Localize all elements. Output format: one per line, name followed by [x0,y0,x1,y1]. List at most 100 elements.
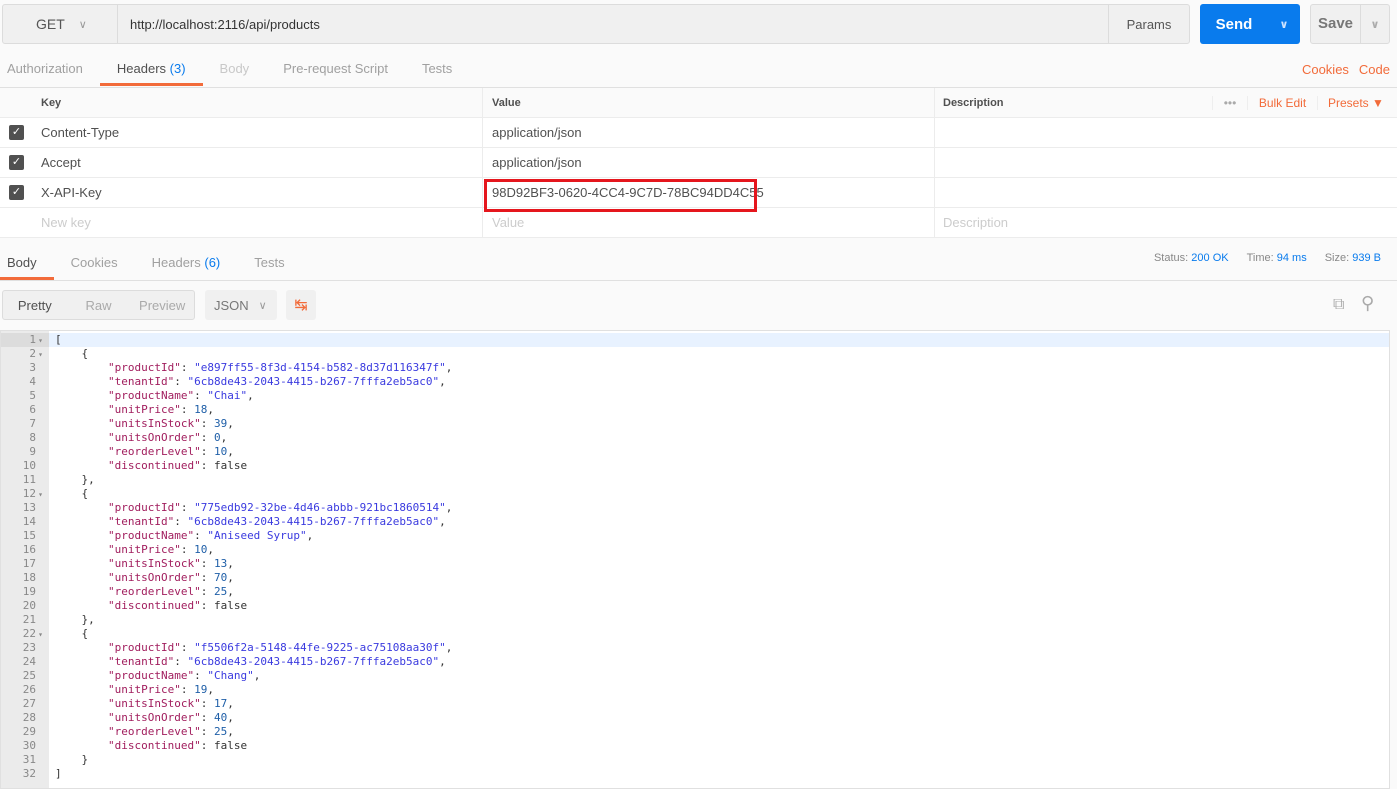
code-text: }, [81,613,95,626]
fold-arrow-icon[interactable]: ▾ [36,488,45,502]
cookies-link[interactable]: Cookies [1302,62,1349,77]
code-link[interactable]: Code [1359,62,1390,77]
tab-authorization[interactable]: Authorization [0,54,100,84]
presets-button[interactable]: Presets ▼ [1318,96,1384,110]
tab-tests[interactable]: Tests [405,54,469,84]
header-description[interactable] [935,178,1212,207]
code-line: 2 ▾ { [1,347,1389,361]
format-select[interactable]: JSON ∨ [205,290,277,320]
send-button[interactable]: Send ∨ [1200,4,1300,44]
code-text: "unitsOnOrder": 70, [107,571,234,584]
line-number: 22 ▾ [1,627,49,641]
line-number: 24 [22,655,36,668]
line-number: 8 [29,431,36,444]
code-line: 6 "unitPrice": 18, [1,403,1389,417]
save-options-chevron-icon[interactable]: ∨ [1361,18,1389,31]
header-description[interactable] [935,118,1212,147]
tab-response-tests[interactable]: Tests [237,248,301,278]
line-number: 19 [22,585,36,598]
code-text: "discontinued": false [107,739,248,752]
code-line: 27 "unitsInStock": 17, [1,697,1389,711]
header-key[interactable]: Accept [33,148,483,177]
code-line: 7 "unitsInStock": 39, [1,417,1389,431]
method-select[interactable]: GET ∨ [2,4,118,44]
code-text: "discontinued": false [107,599,248,612]
fold-arrow-icon[interactable]: ▾ [36,334,45,348]
save-label: Save [1311,4,1361,44]
line-number: 18 [22,571,36,584]
line-number: 4 [29,375,36,388]
view-pretty[interactable]: Pretty [3,298,67,313]
code-text: { [81,487,89,500]
tab-headers[interactable]: Headers (3) [99,54,203,86]
fold-arrow-icon[interactable]: ▾ [36,628,45,642]
response-body-editor[interactable]: 1 ▾ [2 ▾ {3 "productId": "e897ff55-8f3d-415… [0,330,1390,789]
view-preview[interactable]: Preview [130,298,194,313]
highlight-box [484,179,757,212]
wrap-lines-icon[interactable]: ↹ [286,290,316,320]
code-line: 12 ▾ { [1,487,1389,501]
code-text: "reorderLevel": 25, [107,725,234,738]
code-text: "productName": "Chai", [107,389,254,402]
header-value[interactable]: application/json [483,148,935,177]
code-line: 14 "tenantId": "6cb8de43-2043-4415-b267-… [1,515,1389,529]
code-text: "unitsOnOrder": 0, [107,431,228,444]
tab-label: Body [219,61,250,76]
code-text: { [81,627,89,640]
row-checkbox[interactable]: ✓ [9,185,24,200]
code-text: "unitPrice": 10, [107,543,214,556]
bulk-edit-button[interactable]: Bulk Edit [1248,95,1318,110]
url-text: http://localhost:2116/api/products [130,16,320,32]
new-key-input[interactable]: New key [33,208,483,237]
save-button[interactable]: Save ∨ [1310,4,1390,44]
code-line: 8 "unitsOnOrder": 0, [1,431,1389,445]
code-text: "productName": "Chang", [107,669,261,682]
status-value: 200 OK [1191,252,1229,264]
line-number: 29 [22,725,36,738]
new-value-input[interactable]: Value [483,208,935,237]
line-number: 20 [22,599,36,612]
header-description[interactable] [935,148,1212,177]
line-number: 21 [22,613,36,626]
line-number: 5 [29,389,36,402]
new-description-input[interactable]: Description [935,208,1212,237]
response-stats: Status: 200 OK Time: 94 ms Size: 939 B [1154,252,1381,264]
copy-icon[interactable]: ⧉ [1333,296,1344,314]
code-text: "tenantId": "6cb8de43-2043-4415-b267-7ff… [107,375,446,388]
tab-pre-request-script[interactable]: Pre-request Script [266,54,405,84]
header-key[interactable]: X-API-Key [33,178,483,207]
row-checkbox[interactable]: ✓ [9,155,24,170]
line-number: 15 [22,529,36,542]
send-options-chevron-icon[interactable]: ∨ [1268,18,1300,31]
line-number: 10 [22,459,36,472]
code-text: "productName": "Aniseed Syrup", [107,529,314,542]
chevron-down-icon: ∨ [78,18,87,31]
more-options-icon[interactable]: ••• [1212,95,1248,110]
header-key[interactable]: Content-Type [33,118,483,147]
code-text: "reorderLevel": 10, [107,445,234,458]
tab-response-cookies[interactable]: Cookies [54,248,135,278]
params-button[interactable]: Params [1108,4,1190,44]
code-line: 10 "discontinued": false [1,459,1389,473]
code-text: "unitsInStock": 17, [107,697,234,710]
tab-response-body[interactable]: Body [0,248,54,280]
tab-label: Body [7,255,37,270]
code-text: ] [55,767,62,780]
code-line: 23 "productId": "f5506f2a-5148-44fe-9225… [1,641,1389,655]
url-input[interactable]: http://localhost:2116/api/products [117,4,1109,44]
time-label: Time: [1246,252,1274,264]
search-icon[interactable]: ⚲ [1361,293,1374,314]
code-line: 21 }, [1,613,1389,627]
header-value[interactable]: application/json [483,118,935,147]
new-header-row: New key Value Description [0,208,1397,238]
row-checkbox[interactable]: ✓ [9,125,24,140]
table-header: Key Value Description ••• Bulk Edit Preset… [0,88,1397,118]
fold-arrow-icon[interactable]: ▾ [36,348,45,362]
code-line: 20 "discontinued": false [1,599,1389,613]
line-number: 27 [22,697,36,710]
code-line: 31 } [1,753,1389,767]
tab-response-headers[interactable]: Headers (6) [135,248,238,278]
line-number: 12 ▾ [1,487,49,501]
tab-body[interactable]: Body [203,54,267,84]
view-raw[interactable]: Raw [67,298,131,313]
